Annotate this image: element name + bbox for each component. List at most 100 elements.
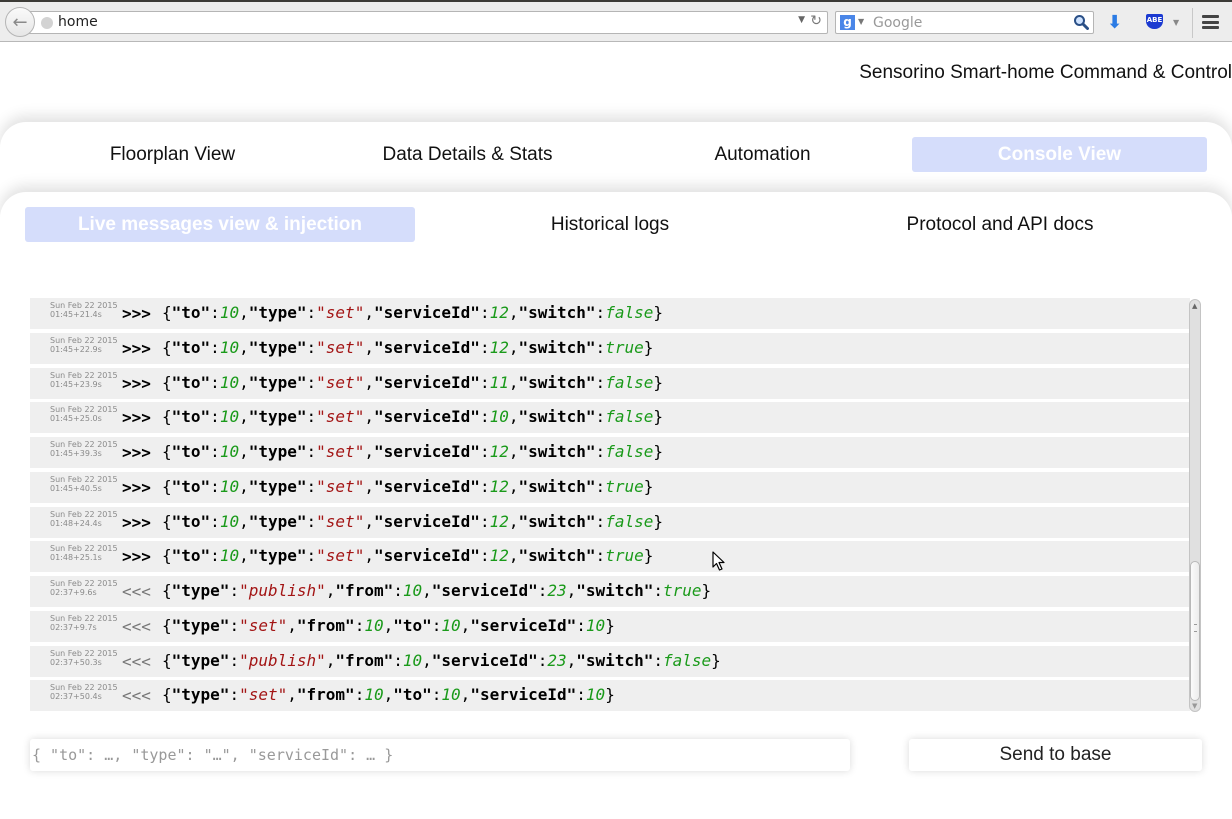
json-punct: ,: [325, 650, 336, 670]
scroll-up-arrow-icon[interactable]: ▲: [1192, 302, 1197, 310]
json-punct: ,: [239, 303, 249, 322]
json-punct: }: [653, 407, 663, 427]
json-punct: }: [605, 615, 615, 635]
json-punct: :: [306, 442, 317, 461]
json-key: "type": [171, 581, 230, 600]
json-value: 12: [489, 303, 509, 322]
search-input[interactable]: Google: [873, 15, 922, 31]
message-json: {"type":"publish","from":10,"serviceId":…: [162, 651, 721, 670]
json-punct: ,: [239, 546, 249, 566]
tab-data-details-stats[interactable]: Data Details & Stats: [325, 137, 610, 172]
json-punct: {: [162, 581, 172, 600]
subtab-live-messages[interactable]: Live messages view & injection: [25, 207, 415, 242]
outgoing-marker: >>>: [122, 408, 151, 428]
json-value: 10: [219, 372, 240, 392]
tab-console-view[interactable]: Console View: [912, 137, 1207, 172]
json-punct: :: [479, 337, 490, 357]
log-scrollbar[interactable]: ▲ ▼: [1189, 299, 1201, 712]
json-string: "set": [316, 407, 365, 427]
json-punct: ,: [239, 442, 249, 461]
json-punct: ,: [364, 372, 374, 392]
timestamp-time: 02:37+9.6s: [50, 588, 97, 597]
timestamp: Sun Feb 22 2015 01:45+22.9s: [50, 336, 118, 354]
json-value: 12: [489, 546, 509, 566]
json-punct: ,: [364, 442, 374, 461]
url-history-dropdown-icon[interactable]: ▼: [798, 15, 805, 25]
json-value: 10: [585, 615, 606, 635]
json-punct: ,: [364, 407, 374, 427]
json-value: 10: [219, 476, 240, 496]
outgoing-marker: >>>: [122, 338, 151, 358]
json-punct: ,: [239, 511, 249, 531]
json-value: 10: [441, 615, 461, 635]
json-punct: :: [576, 685, 586, 705]
json-punct: }: [653, 511, 663, 531]
json-string: "set": [316, 337, 365, 357]
json-punct: :: [576, 615, 586, 635]
engine-dropdown-icon[interactable]: ▼: [858, 17, 864, 26]
url-text[interactable]: home: [58, 14, 98, 30]
tab-floorplan-view[interactable]: Floorplan View: [30, 137, 315, 172]
json-string: "set": [316, 372, 365, 392]
json-punct: {: [162, 303, 172, 322]
json-key: "type": [248, 511, 307, 531]
hamburger-menu-icon[interactable]: [1202, 15, 1219, 29]
json-punct: :: [479, 511, 490, 531]
back-button[interactable]: ←: [5, 7, 35, 37]
url-bar[interactable]: home ▼ ↻: [22, 11, 828, 34]
timestamp-date: Sun Feb 22 2015: [50, 544, 118, 554]
json-key: "switch": [518, 476, 596, 496]
download-icon[interactable]: ⬇: [1107, 12, 1122, 33]
json-value: 10: [402, 581, 423, 600]
json-punct: }: [711, 650, 721, 670]
json-value: 12: [489, 442, 509, 461]
json-punct: :: [653, 581, 663, 600]
json-punct: :: [210, 337, 220, 357]
abe-shield-icon[interactable]: ABE: [1146, 14, 1163, 29]
json-punct: }: [643, 476, 654, 496]
timestamp: Sun Feb 22 2015 01:48+24.4s: [50, 510, 118, 528]
json-punct: {: [162, 442, 172, 461]
json-punct: :: [595, 546, 606, 566]
json-punct: }: [653, 303, 663, 322]
scrollbar-thumb[interactable]: [1190, 561, 1200, 701]
send-to-base-button[interactable]: Send to base: [909, 739, 1202, 771]
json-value: 23: [547, 650, 567, 670]
json-key: "serviceId": [373, 337, 480, 357]
json-punct: :: [229, 650, 240, 670]
json-key: "type": [248, 442, 307, 461]
json-key: "from": [335, 650, 394, 670]
json-punct: }: [605, 685, 615, 705]
json-punct: }: [653, 372, 663, 392]
json-punct: {: [162, 511, 172, 531]
json-punct: :: [431, 615, 442, 635]
json-punct: ,: [325, 581, 336, 600]
json-punct: :: [595, 372, 606, 392]
scroll-down-arrow-icon[interactable]: ▼: [1192, 702, 1197, 710]
json-punct: :: [354, 615, 365, 635]
globe-icon: [41, 17, 53, 29]
timestamp-time: 01:48+25.1s: [50, 553, 102, 563]
search-bar[interactable]: g ▼ Google: [835, 11, 1094, 34]
reload-icon[interactable]: ↻: [810, 13, 822, 29]
message-input[interactable]: [30, 739, 850, 771]
timestamp: Sun Feb 22 2015 01:45+39.3s: [50, 440, 118, 458]
outgoing-marker: >>>: [122, 443, 151, 462]
subtab-historical-logs[interactable]: Historical logs: [415, 207, 805, 242]
google-engine-icon[interactable]: g: [840, 15, 855, 30]
timestamp-time: 01:45+39.3s: [50, 449, 102, 458]
json-punct: :: [393, 581, 403, 600]
tab-automation[interactable]: Automation: [620, 137, 905, 172]
site-title: Sensorino Smart-home Command & Control: [859, 62, 1232, 83]
subtab-protocol-api-docs[interactable]: Protocol and API docs: [805, 207, 1195, 242]
json-key: "serviceId": [470, 615, 577, 635]
back-arrow-icon: ←: [12, 11, 28, 33]
json-value: false: [605, 407, 654, 427]
json-value: 10: [219, 407, 240, 427]
json-punct: ,: [566, 581, 577, 600]
json-punct: }: [701, 581, 712, 600]
search-icon[interactable]: [1073, 14, 1089, 30]
extension-dropdown-icon[interactable]: ▼: [1173, 18, 1179, 27]
outgoing-marker: >>>: [122, 304, 151, 323]
json-value: 23: [547, 581, 567, 600]
